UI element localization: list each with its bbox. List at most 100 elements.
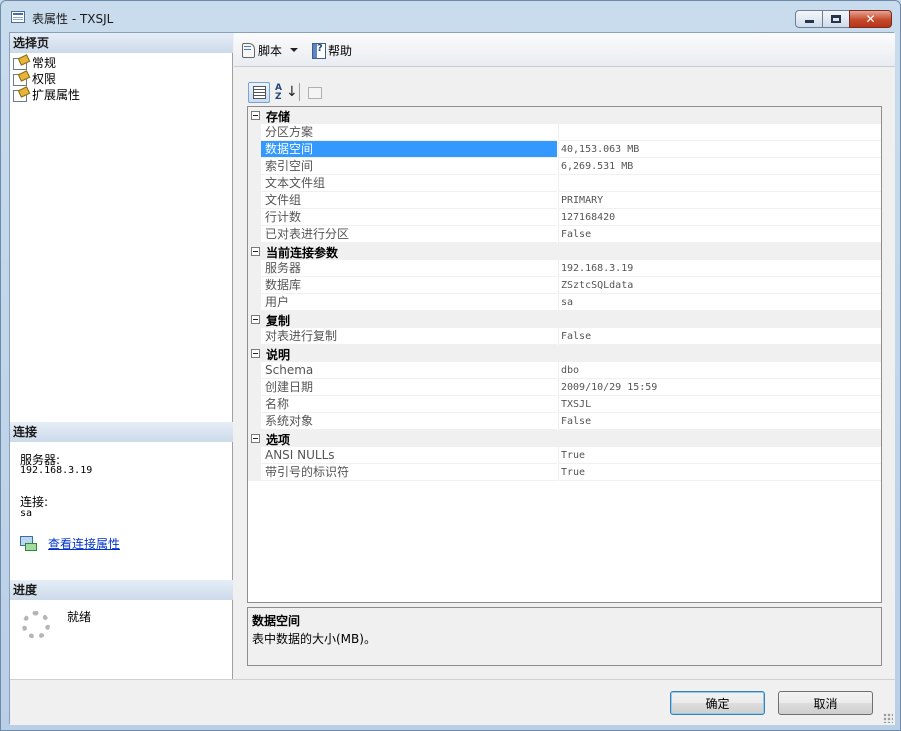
ok-button[interactable]: 确定 <box>670 691 765 715</box>
row-margin <box>248 260 261 277</box>
property-name[interactable]: 文本文件组 <box>261 175 557 192</box>
property-row[interactable]: 文件组 PRIMARY <box>248 192 881 209</box>
row-margin <box>248 396 261 413</box>
sort-az-icon: AZ <box>275 82 282 102</box>
property-value: 127168420 <box>558 209 881 226</box>
property-row[interactable]: 已对表进行分区 False <box>248 226 881 243</box>
page-item-label: 扩展属性 <box>32 87 81 102</box>
row-margin <box>248 124 261 141</box>
property-value: False <box>558 226 881 243</box>
property-name[interactable]: 创建日期 <box>261 379 557 396</box>
collapse-icon[interactable] <box>251 434 260 443</box>
property-row[interactable]: 创建日期 2009/10/29 15:59 <box>248 379 881 396</box>
categorized-button[interactable] <box>248 81 270 103</box>
maximize-icon <box>823 11 849 27</box>
collapse-icon[interactable] <box>251 349 260 358</box>
script-button[interactable]: 脚本 <box>240 41 282 59</box>
page-item[interactable]: 权限 <box>13 70 56 86</box>
property-value: dbo <box>558 362 881 379</box>
property-row[interactable]: 文本文件组 <box>248 175 881 192</box>
page-item[interactable]: 常规 <box>13 54 56 70</box>
category-label: 复制 <box>266 314 291 328</box>
property-row[interactable]: 数据库 ZSztcSQLdata <box>248 277 881 294</box>
property-name[interactable]: Schema <box>261 362 557 379</box>
property-value: PRIMARY <box>558 192 881 209</box>
property-name[interactable]: 数据空间 <box>261 141 557 158</box>
property-row[interactable]: 服务器 192.168.3.19 <box>248 260 881 277</box>
category-label: 当前连接参数 <box>266 246 339 260</box>
property-name[interactable]: 服务器 <box>261 260 557 277</box>
property-row[interactable]: 对表进行复制 False <box>248 328 881 345</box>
property-row[interactable]: 带引号的标识符 True <box>248 464 881 481</box>
category-row[interactable]: 复制 <box>248 311 881 328</box>
property-row[interactable]: 数据空间 40,153.063 MB <box>248 141 881 158</box>
sort-arrow-icon: ↓ <box>286 83 298 100</box>
property-name[interactable]: 分区方案 <box>261 124 557 141</box>
property-row[interactable]: 行计数 127168420 <box>248 209 881 226</box>
property-value: 40,153.063 MB <box>558 141 881 158</box>
script-dropdown-arrow-icon[interactable] <box>290 48 298 52</box>
property-name[interactable]: 已对表进行分区 <box>261 226 557 243</box>
property-value <box>558 175 881 192</box>
connection-properties-icon <box>20 536 37 551</box>
property-name[interactable]: 对表进行复制 <box>261 328 557 345</box>
property-row[interactable]: 名称 TXSJL <box>248 396 881 413</box>
minimize-button[interactable] <box>795 10 823 28</box>
category-row[interactable]: 当前连接参数 <box>248 243 881 260</box>
category-row[interactable]: 存储 <box>248 107 881 124</box>
maximize-button[interactable] <box>822 10 850 28</box>
property-row[interactable]: Schema dbo <box>248 362 881 379</box>
property-value: TXSJL <box>558 396 881 413</box>
server-value: 192.168.3.19 <box>20 465 93 476</box>
page-item-label: 常规 <box>32 55 57 70</box>
progress-header: 进度 <box>10 580 233 600</box>
property-value: False <box>558 413 881 430</box>
property-name[interactable]: ANSI NULLs <box>261 447 557 464</box>
property-row[interactable]: ANSI NULLs True <box>248 447 881 464</box>
close-button[interactable]: ✕ <box>849 10 892 28</box>
alphabetical-button[interactable]: AZ ↓ <box>272 82 298 103</box>
category-row[interactable]: 选项 <box>248 430 881 447</box>
property-row[interactable]: 索引空间 6,269.531 MB <box>248 158 881 175</box>
category-label: 存储 <box>266 110 291 124</box>
property-name[interactable]: 数据库 <box>261 277 557 294</box>
property-row[interactable]: 用户 sa <box>248 294 881 311</box>
help-button[interactable]: 帮助 <box>310 41 352 59</box>
page-settings-icon <box>13 88 29 102</box>
view-connection-properties-link[interactable]: 查看连接属性 <box>48 535 120 552</box>
property-name[interactable]: 文件组 <box>261 192 557 209</box>
description-title: 数据空间 <box>252 614 301 628</box>
property-name[interactable]: 索引空间 <box>261 158 557 175</box>
row-margin <box>248 447 261 464</box>
collapse-icon[interactable] <box>251 111 260 120</box>
cancel-button[interactable]: 取消 <box>778 691 873 715</box>
page-settings-icon <box>13 56 29 70</box>
dialog-button-bar: 确定 取消 <box>10 679 895 725</box>
property-pages-button[interactable] <box>303 82 325 103</box>
property-name[interactable]: 行计数 <box>261 209 557 226</box>
window-title: 表属性 - TXSJL <box>32 12 114 26</box>
property-row[interactable]: 分区方案 <box>248 124 881 141</box>
resize-grip-icon[interactable] <box>883 713 893 723</box>
select-page-header: 选择页 <box>10 33 233 53</box>
property-value: 2009/10/29 15:59 <box>558 379 881 396</box>
help-icon <box>310 42 326 59</box>
property-name[interactable]: 名称 <box>261 396 557 413</box>
property-name[interactable]: 带引号的标识符 <box>261 464 557 481</box>
description-text: 表中数据的大小(MB)。 <box>252 632 376 646</box>
category-row[interactable]: 说明 <box>248 345 881 362</box>
title-bar[interactable]: 表属性 - TXSJL ✕ <box>1 1 900 31</box>
property-value: True <box>558 447 881 464</box>
table-properties-window: 表属性 - TXSJL ✕ 选择页 常规 权限 扩展属性 连接 服务器: 192.1… <box>0 0 901 731</box>
category-label: 选项 <box>266 433 291 447</box>
property-row[interactable]: 系统对象 False <box>248 413 881 430</box>
property-name[interactable]: 系统对象 <box>261 413 557 430</box>
page-item[interactable]: 扩展属性 <box>13 86 80 102</box>
collapse-icon[interactable] <box>251 315 260 324</box>
help-label: 帮助 <box>328 43 353 58</box>
property-name[interactable]: 用户 <box>261 294 557 311</box>
categorized-icon <box>253 85 266 99</box>
collapse-icon[interactable] <box>251 247 260 256</box>
property-grid[interactable]: 存储 分区方案 数据空间 40,153.063 MB 索引空间 6,269.531 MB 文… <box>247 106 882 603</box>
category-label: 说明 <box>266 348 291 362</box>
